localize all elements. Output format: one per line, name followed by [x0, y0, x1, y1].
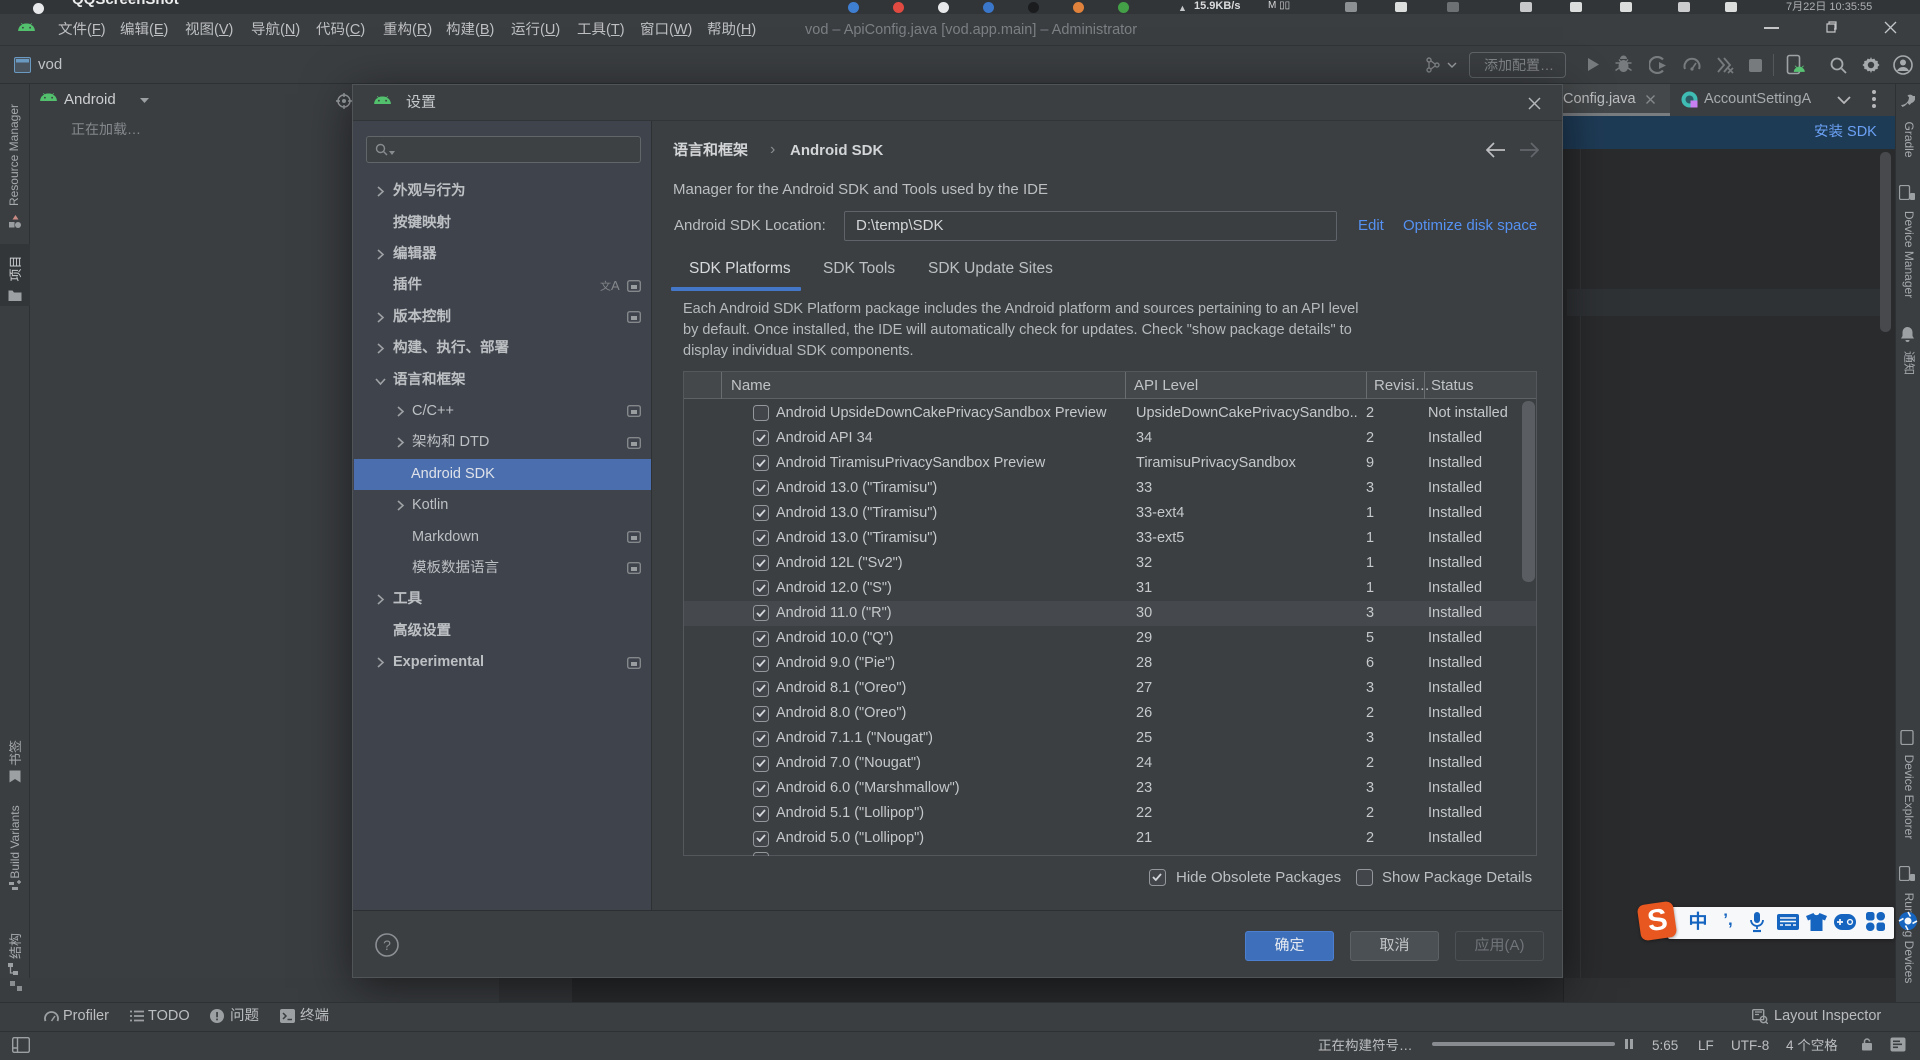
svg-text:?: ?: [383, 937, 391, 953]
